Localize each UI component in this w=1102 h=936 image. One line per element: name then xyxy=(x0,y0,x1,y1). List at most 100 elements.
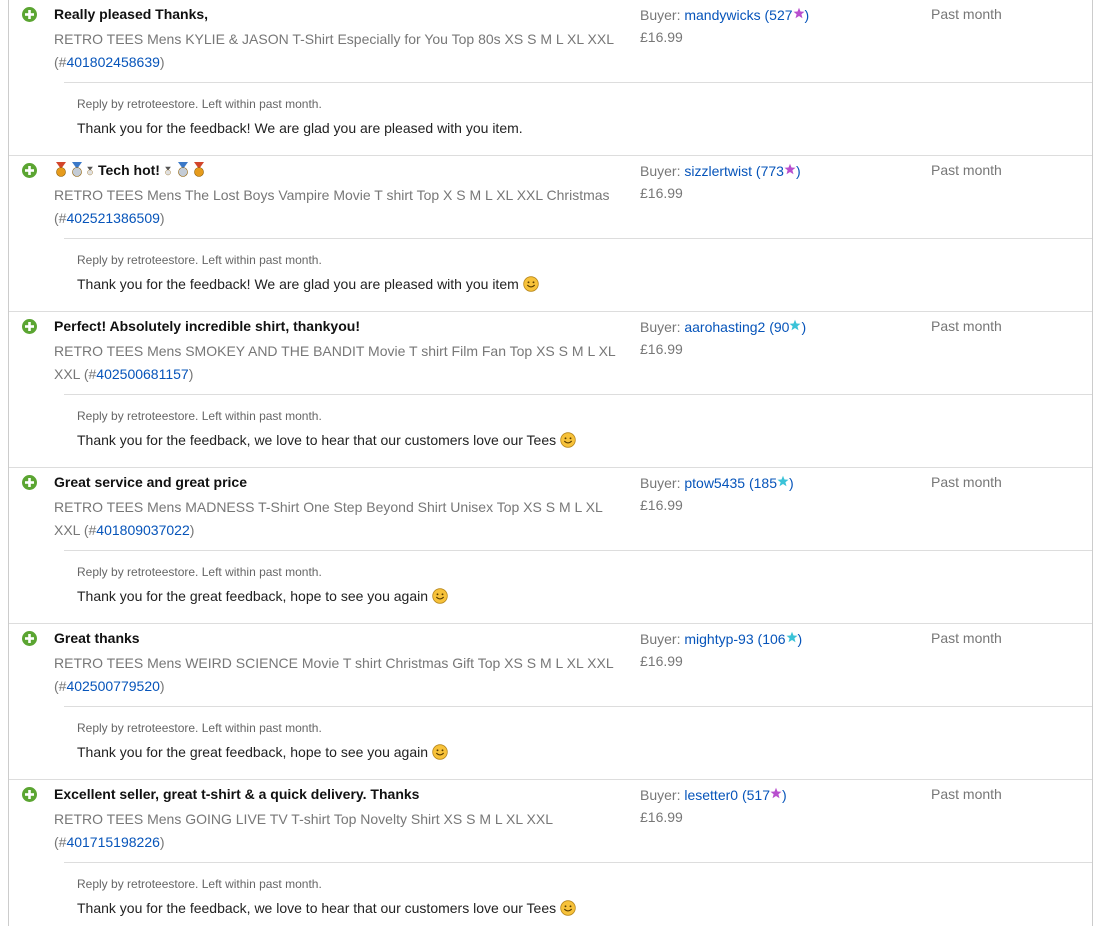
buyer-info: Buyer: ptow5435 (185) xyxy=(640,473,794,492)
feedback-comment-text: Perfect! Absolutely incredible shirt, th… xyxy=(54,318,360,334)
buyer-score: 517 xyxy=(746,787,770,803)
item-title: RETRO TEES Mens SMOKEY AND THE BANDIT Mo… xyxy=(54,343,616,382)
buyer-username-link[interactable]: ptow5435 xyxy=(684,475,745,491)
buyer-info: Buyer: lesetter0 (517) xyxy=(640,785,787,804)
positive-feedback-icon xyxy=(22,319,37,334)
feedback-comment-text: Tech hot! xyxy=(98,162,160,178)
buyer-label: Buyer: xyxy=(640,475,681,491)
reply-text: Thank you for the feedback, we love to h… xyxy=(77,431,576,452)
buyer-score: 773 xyxy=(760,163,784,179)
feedback-star-icon xyxy=(777,473,789,491)
smiley-icon xyxy=(523,276,539,296)
seller-reply: Reply by retroteestore. Left within past… xyxy=(64,394,1092,467)
buyer-username-link[interactable]: lesetter0 xyxy=(684,787,738,803)
buyer-info: Buyer: mandywicks (527) xyxy=(640,5,809,24)
buyer-username-link[interactable]: sizzlertwist xyxy=(684,163,752,179)
item-title: RETRO TEES Mens WEIRD SCIENCE Movie T sh… xyxy=(54,655,614,694)
reply-meta: Reply by retroteestore. Left within past… xyxy=(77,877,322,891)
item-price: £16.99 xyxy=(640,185,683,201)
feedback-time: Past month xyxy=(931,6,1002,22)
smiley-icon xyxy=(560,900,576,920)
feedback-comment: Great service and great price xyxy=(54,473,247,491)
item-number-link[interactable]: 401715198226 xyxy=(66,834,159,850)
item-title-text: RETRO TEES Mens GOING LIVE TV T-shirt To… xyxy=(54,811,553,827)
feedback-comment-text: Great service and great price xyxy=(54,474,247,490)
feedback-entry: Really pleased Thanks, RETRO TEES Mens KY… xyxy=(9,0,1092,156)
seller-reply: Reply by retroteestore. Left within past… xyxy=(64,706,1092,779)
feedback-star-icon xyxy=(770,785,782,803)
feedback-star-icon xyxy=(793,5,805,23)
buyer-label: Buyer: xyxy=(640,787,681,803)
feedback-main: Great service and great price RETRO TEES … xyxy=(9,468,1092,550)
feedback-comment: Perfect! Absolutely incredible shirt, th… xyxy=(54,317,360,335)
buyer-username-link[interactable]: mightyp-93 xyxy=(684,631,753,647)
buyer-score-link[interactable]: (773) xyxy=(756,163,801,179)
reply-meta: Reply by retroteestore. Left within past… xyxy=(77,253,322,267)
item-number-link[interactable]: 402500681157 xyxy=(96,366,188,382)
feedback-main: Great thanks RETRO TEES Mens WEIRD SCIENC… xyxy=(9,624,1092,706)
reply-text: Thank you for the feedback! We are glad … xyxy=(77,275,539,296)
reply-meta: Reply by retroteestore. Left within past… xyxy=(77,565,322,579)
buyer-label: Buyer: xyxy=(640,319,681,335)
reply-message: Thank you for the feedback, we love to h… xyxy=(77,900,557,916)
buyer-username-link[interactable]: aarohasting2 xyxy=(684,319,765,335)
reply-message: Thank you for the great feedback, hope t… xyxy=(77,744,429,760)
item-title: RETRO TEES Mens MADNESS T-Shirt One Step… xyxy=(54,499,603,538)
feedback-star-icon xyxy=(784,161,796,179)
buyer-label: Buyer: xyxy=(640,7,681,23)
item-title: RETRO TEES Mens The Lost Boys Vampire Mo… xyxy=(54,187,610,226)
buyer-info: Buyer: aarohasting2 (90) xyxy=(640,317,806,336)
reply-text: Thank you for the feedback, we love to h… xyxy=(77,899,576,920)
feedback-main: Really pleased Thanks, RETRO TEES Mens KY… xyxy=(9,0,1092,82)
reply-message: Thank you for the feedback! We are glad … xyxy=(77,120,523,136)
smiley-icon xyxy=(432,744,448,764)
feedback-entry: Excellent seller, great t-shirt & a quic… xyxy=(9,780,1092,936)
buyer-score: 185 xyxy=(753,475,777,491)
feedback-comment-text: Really pleased Thanks, xyxy=(54,6,209,22)
gold-medal-icon xyxy=(192,162,206,181)
reply-text: Thank you for the great feedback, hope t… xyxy=(77,743,448,764)
seller-reply: Reply by retroteestore. Left within past… xyxy=(64,862,1092,935)
item-price: £16.99 xyxy=(640,809,683,825)
item-price: £16.99 xyxy=(640,29,683,45)
feedback-comment: Really pleased Thanks, xyxy=(54,5,208,23)
silver-medal-icon xyxy=(70,162,84,181)
reply-meta: Reply by retroteestore. Left within past… xyxy=(77,409,322,423)
feedback-entry: Tech hot! RETRO TEES Mens The Lost Boys … xyxy=(9,156,1092,312)
feedback-main: Tech hot! RETRO TEES Mens The Lost Boys … xyxy=(9,156,1092,238)
buyer-score-link[interactable]: (527) xyxy=(765,7,810,23)
positive-feedback-icon xyxy=(22,787,37,802)
item-title-text: RETRO TEES Mens The Lost Boys Vampire Mo… xyxy=(54,187,610,203)
item-number-link[interactable]: 402500779520 xyxy=(66,678,159,694)
buyer-score: 527 xyxy=(769,7,793,23)
feedback-main: Perfect! Absolutely incredible shirt, th… xyxy=(9,312,1092,394)
item-number-link[interactable]: 401809037022 xyxy=(96,522,189,538)
item-title-text: RETRO TEES Mens WEIRD SCIENCE Movie T sh… xyxy=(54,655,614,671)
buyer-score-link[interactable]: (106) xyxy=(758,631,803,647)
positive-feedback-icon xyxy=(22,631,37,646)
reply-message: Thank you for the great feedback, hope t… xyxy=(77,588,429,604)
feedback-comment-text: Excellent seller, great t-shirt & a quic… xyxy=(54,786,420,802)
item-number-link[interactable]: 401802458639 xyxy=(66,54,159,70)
seller-reply: Reply by retroteestore. Left within past… xyxy=(64,550,1092,623)
item-number-link[interactable]: 402521386509 xyxy=(66,210,159,226)
item-price: £16.99 xyxy=(640,653,683,669)
buyer-score: 90 xyxy=(773,319,790,335)
buyer-label: Buyer: xyxy=(640,631,681,647)
sports-medal-icon xyxy=(86,163,94,181)
feedback-entry: Great service and great price RETRO TEES … xyxy=(9,468,1092,624)
feedback-time: Past month xyxy=(931,474,1002,490)
feedback-time: Past month xyxy=(931,630,1002,646)
buyer-score-link[interactable]: (185) xyxy=(749,475,794,491)
feedback-comment-text: Great thanks xyxy=(54,630,140,646)
feedback-time: Past month xyxy=(931,162,1002,178)
buyer-info: Buyer: sizzlertwist (773) xyxy=(640,161,801,180)
feedback-list: Really pleased Thanks, RETRO TEES Mens KY… xyxy=(8,0,1093,926)
feedback-star-icon xyxy=(786,629,798,647)
buyer-score-link[interactable]: (517) xyxy=(742,787,787,803)
buyer-score-link[interactable]: (90) xyxy=(769,319,806,335)
seller-reply: Reply by retroteestore. Left within past… xyxy=(64,238,1092,311)
buyer-username-link[interactable]: mandywicks xyxy=(684,7,760,23)
seller-reply: Reply by retroteestore. Left within past… xyxy=(64,82,1092,155)
reply-text: Thank you for the feedback! We are glad … xyxy=(77,119,523,137)
